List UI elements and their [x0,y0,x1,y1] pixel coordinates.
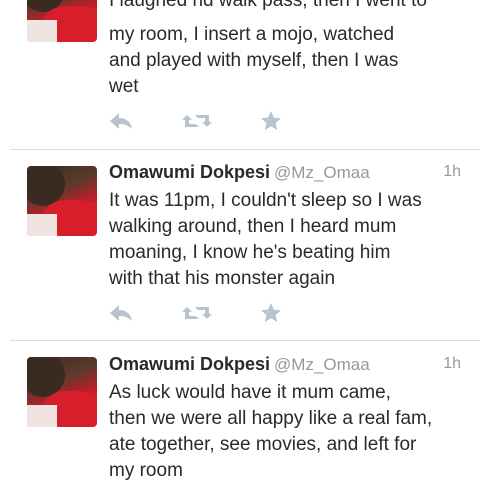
tweet-actions [108,302,308,326]
tweet-text-line: my room, I insert a mojo, watched [109,24,395,45]
avatar[interactable] [27,357,97,427]
tweet-text-line: As luck would have it mum came, [109,382,391,403]
author-handle[interactable]: @Mz_Omaa [274,163,370,182]
star-icon [261,303,281,322]
favorite-button[interactable] [258,110,284,132]
reply-button[interactable] [108,302,134,324]
tweet-text-line: my room [109,460,183,480]
timestamp[interactable]: 1h [443,355,461,373]
tweet-text-line: with that his monster again [109,268,336,289]
tweet-text-line: ate together, see movies, and left for [109,434,417,455]
tweet-3[interactable]: Omawumi Dokpesi @Mz_Omaa 1h As luck would… [0,341,480,480]
reply-icon [110,113,132,129]
tweet-text-line: wet [109,76,139,97]
retweet-button[interactable] [180,110,214,132]
retweet-icon [182,115,212,127]
author-handle[interactable]: @Mz_Omaa [274,355,370,374]
author-name[interactable]: Omawumi Dokpesi [109,162,270,182]
tweet-text-line: and played with myself, then I was [109,50,399,71]
retweet-icon [182,307,212,319]
tweet-text-line: It was 11pm, I couldn't sleep so I was [109,190,422,211]
tweet-1[interactable]: I laughed nd walk pass, then I went to m… [0,0,480,150]
avatar[interactable] [27,166,97,236]
tweet-text-line: walking around, then I heard mum [109,216,397,237]
favorite-button[interactable] [258,302,284,324]
reply-button[interactable] [108,110,134,132]
reply-icon [110,305,132,321]
tweet-2[interactable]: Omawumi Dokpesi @Mz_Omaa 1h It was 11pm, … [0,150,480,340]
tweet-actions [108,110,308,134]
author-name[interactable]: Omawumi Dokpesi [109,354,270,374]
star-icon [261,111,281,130]
tweet-text-line: moaning, I know he's beating him [109,242,391,263]
tweet-text-line: then we were all happy like a real fam, [109,408,433,429]
tweet-text-line: I laughed nd walk pass, then I went to [109,0,427,11]
retweet-button[interactable] [180,302,214,324]
timestamp[interactable]: 1h [443,163,461,181]
